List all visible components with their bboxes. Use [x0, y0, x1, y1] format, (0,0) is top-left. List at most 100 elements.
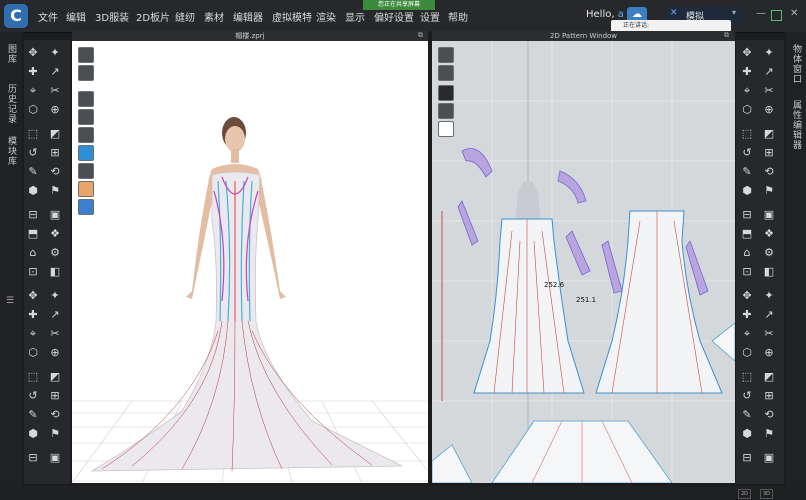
left-tool-icon[interactable]: ⊞	[48, 146, 62, 160]
right-tool-icon[interactable]: ✦	[762, 46, 776, 60]
viewport-2d[interactable]: 252.6 251.1	[432, 41, 735, 483]
edit-pattern-icon[interactable]	[438, 47, 454, 63]
right-tool-icon[interactable]: ◧	[762, 265, 776, 279]
menu-2d-pattern[interactable]: 2D板片	[136, 9, 170, 24]
left-tool-icon[interactable]: ⊟	[26, 208, 40, 222]
left-tool-icon[interactable]: ✦	[48, 289, 62, 303]
left-tool-icon[interactable]: ⬢	[26, 184, 40, 198]
menu-edit[interactable]: 编辑	[66, 9, 86, 24]
tab-property-editor[interactable]: 属性编辑器	[790, 100, 803, 150]
right-tool-icon[interactable]: ✚	[740, 308, 754, 322]
right-tool-icon[interactable]: ⬚	[740, 370, 754, 384]
menu-materials[interactable]: 素材	[204, 9, 224, 24]
left-tool-icon[interactable]: ✥	[26, 46, 40, 60]
left-tool-icon[interactable]: ▣	[48, 451, 62, 465]
left-tool-icon[interactable]: ⌖	[26, 327, 40, 341]
left-tool-icon[interactable]: ◩	[48, 370, 62, 384]
left-tool-icon[interactable]: ⌖	[26, 84, 40, 98]
right-tool-icon[interactable]: ❖	[762, 227, 776, 241]
left-tool-icon[interactable]: ⊕	[48, 103, 62, 117]
right-tool-icon[interactable]: ⬒	[740, 227, 754, 241]
left-tool-icon[interactable]: ◩	[48, 127, 62, 141]
left-tool-icon[interactable]: ⌂	[26, 246, 40, 260]
right-tool-icon[interactable]: ⊞	[762, 389, 776, 403]
pattern-back[interactable]	[595, 210, 723, 394]
right-tool-icon[interactable]: ⚙	[762, 246, 776, 260]
chevron-down-icon[interactable]: ▾	[732, 8, 736, 17]
username[interactable]: a	[618, 9, 624, 20]
pattern-fragment-left[interactable]	[432, 444, 473, 483]
right-tool-icon[interactable]: ⟲	[762, 408, 776, 422]
left-tool-icon[interactable]: ✦	[48, 46, 62, 60]
menu-render[interactable]: 渲染	[316, 9, 336, 24]
left-tool-icon[interactable]: ↗	[48, 65, 62, 79]
menu-editor[interactable]: 编辑器	[233, 9, 263, 24]
menu-display[interactable]: 显示	[345, 9, 365, 24]
left-tool-icon[interactable]: ✎	[26, 165, 40, 179]
right-tool-icon[interactable]: ✎	[740, 165, 754, 179]
left-tool-icon[interactable]: ⬒	[26, 227, 40, 241]
info-icon[interactable]	[438, 85, 454, 101]
collapse-handle-icon[interactable]: ☰	[6, 296, 14, 306]
app-logo-icon[interactable]: C	[4, 4, 28, 28]
left-tool-icon[interactable]: ⟲	[48, 165, 62, 179]
left-tool-icon[interactable]: ✥	[26, 289, 40, 303]
right-tool-icon[interactable]: ↗	[762, 65, 776, 79]
left-tool-icon[interactable]: ⚙	[48, 246, 62, 260]
texture-icon[interactable]	[438, 103, 454, 119]
left-tool-icon[interactable]: ▣	[48, 208, 62, 222]
screen-share-banner[interactable]: 您正在共享屏幕	[363, 0, 435, 10]
right-tool-icon[interactable]: ⟲	[762, 165, 776, 179]
left-tool-icon[interactable]: ⬚	[26, 370, 40, 384]
menu-help[interactable]: 帮助	[448, 9, 468, 24]
left-tool-icon[interactable]: ✚	[26, 308, 40, 322]
right-tool-icon[interactable]: ◩	[762, 370, 776, 384]
mode-2d-badge[interactable]: 2D	[738, 489, 752, 499]
right-tool-icon[interactable]: ↺	[740, 146, 754, 160]
right-tool-icon[interactable]: ⌖	[740, 84, 754, 98]
right-tool-icon[interactable]: ⊟	[740, 208, 754, 222]
tab-object-window[interactable]: 物体窗口	[790, 44, 803, 84]
left-tool-icon[interactable]: ⚑	[48, 184, 62, 198]
left-tool-icon[interactable]: ↺	[26, 146, 40, 160]
left-tool-icon[interactable]: ⬡	[26, 103, 40, 117]
right-tool-icon[interactable]: ⚑	[762, 427, 776, 441]
viewport-3d[interactable]	[72, 41, 428, 483]
left-tool-icon[interactable]: ⬡	[26, 346, 40, 360]
window-popout-icon[interactable]: ⧉	[724, 31, 729, 40]
left-tool-icon[interactable]: ⟲	[48, 408, 62, 422]
left-tool-icon[interactable]: ↗	[48, 308, 62, 322]
right-tool-icon[interactable]: ⊡	[740, 265, 754, 279]
transform-pattern-icon[interactable]	[438, 65, 454, 81]
menu-preferences[interactable]: 偏好设置	[374, 9, 414, 24]
left-tool-icon[interactable]: ⬢	[26, 427, 40, 441]
right-tool-icon[interactable]: ⬚	[740, 127, 754, 141]
right-tool-icon[interactable]: ✥	[740, 289, 754, 303]
right-tool-icon[interactable]: ⌂	[740, 246, 754, 260]
right-tool-icon[interactable]: ✚	[740, 65, 754, 79]
right-tool-icon[interactable]: ✎	[740, 408, 754, 422]
right-tool-icon[interactable]: ↺	[740, 389, 754, 403]
left-tool-icon[interactable]: ⊡	[26, 265, 40, 279]
pattern-front[interactable]	[473, 218, 585, 394]
left-tool-icon[interactable]: ⊞	[48, 389, 62, 403]
right-tool-icon[interactable]: ✂	[762, 327, 776, 341]
right-tool-icon[interactable]: ↗	[762, 308, 776, 322]
left-tool-icon[interactable]: ✂	[48, 327, 62, 341]
left-tool-icon[interactable]: ⊕	[48, 346, 62, 360]
menu-file[interactable]: 文件	[38, 9, 58, 24]
right-tool-icon[interactable]: ⊟	[740, 451, 754, 465]
left-tool-icon[interactable]: ↺	[26, 389, 40, 403]
menu-sewing[interactable]: 缝纫	[175, 9, 195, 24]
window-popout-icon[interactable]: ⧉	[418, 31, 423, 40]
left-tool-icon[interactable]: ✚	[26, 65, 40, 79]
right-tool-icon[interactable]: ⬡	[740, 103, 754, 117]
close-icon[interactable]: ✕	[790, 8, 798, 19]
tab-library[interactable]: 图库	[5, 44, 18, 64]
right-tool-icon[interactable]: ⬢	[740, 184, 754, 198]
menu-3d-garment[interactable]: 3D服装	[95, 9, 129, 24]
right-tool-icon[interactable]: ⊕	[762, 103, 776, 117]
mode-3d-badge[interactable]: 3D	[760, 489, 774, 499]
right-tool-icon[interactable]: ⌖	[740, 327, 754, 341]
left-tool-icon[interactable]: ✎	[26, 408, 40, 422]
